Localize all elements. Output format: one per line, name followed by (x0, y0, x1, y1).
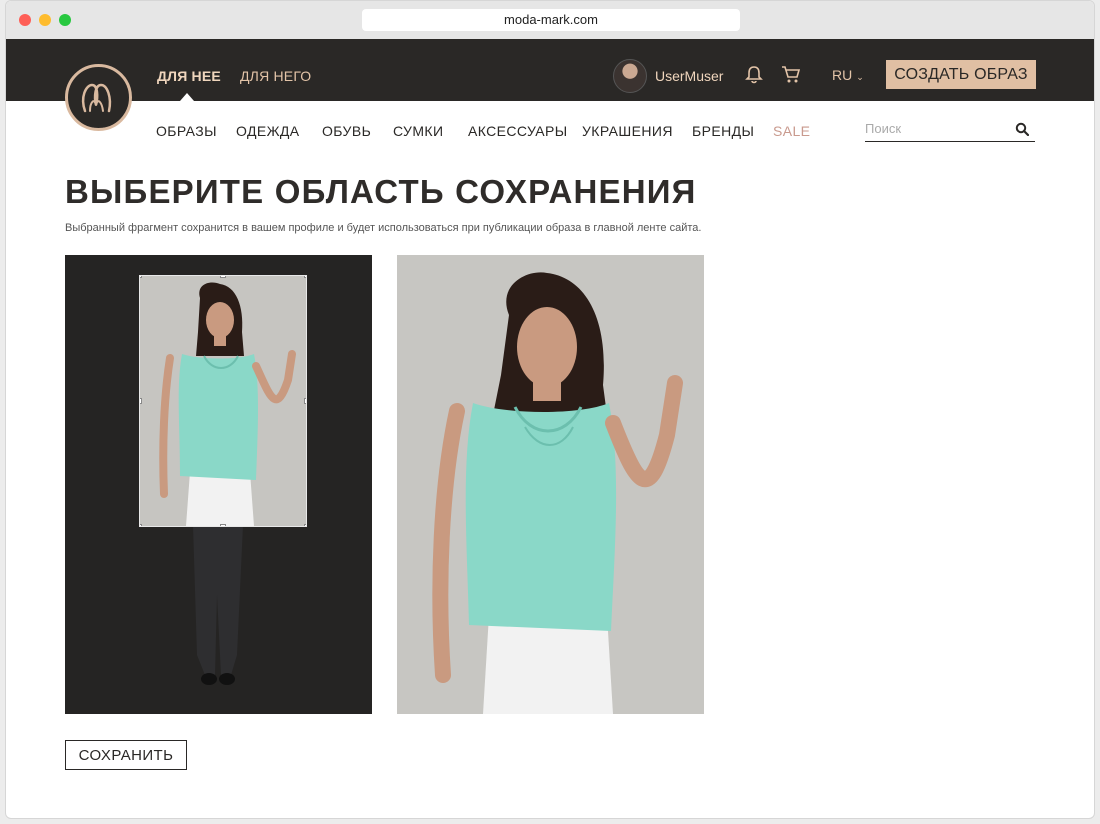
nav-item-brands[interactable]: БРЕНДЫ (692, 123, 754, 139)
close-window-button[interactable] (19, 14, 31, 26)
crop-handle-top-left[interactable] (140, 276, 142, 278)
nav-item-sale[interactable]: SALE (773, 123, 810, 139)
language-label: RU (832, 67, 853, 83)
page-subtitle: Выбранный фрагмент сохранится в вашем пр… (65, 222, 702, 234)
crop-selection[interactable] (139, 275, 307, 527)
username[interactable]: UserMuser (655, 68, 723, 84)
active-tab-indicator (180, 93, 194, 101)
crop-preview-image (397, 255, 704, 714)
crop-handle-bottom[interactable] (220, 524, 226, 526)
site-logo[interactable] (65, 64, 132, 131)
crop-handle-left[interactable] (140, 398, 142, 404)
nav-item-bags[interactable]: СУМКИ (393, 123, 443, 139)
nav-item-clothing[interactable]: ОДЕЖДА (236, 123, 300, 139)
crop-handle-top-right[interactable] (304, 276, 306, 278)
search-icon[interactable] (1015, 122, 1029, 136)
page-title: ВЫБЕРИТЕ ОБЛАСТЬ СОХРАНЕНИЯ (65, 173, 697, 210)
address-bar[interactable]: moda-mark.com (362, 9, 740, 31)
nav-item-looks[interactable]: ОБРАЗЫ (156, 123, 217, 139)
save-button[interactable]: СОХРАНИТЬ (65, 740, 187, 770)
crop-handle-bottom-right[interactable] (304, 524, 306, 526)
crop-source-image[interactable] (65, 255, 372, 714)
crop-handle-right[interactable] (304, 398, 306, 404)
bell-icon[interactable] (743, 63, 765, 85)
search-input[interactable] (865, 121, 1010, 136)
maximize-window-button[interactable] (59, 14, 71, 26)
nav-item-shoes[interactable]: ОБУВЬ (322, 123, 371, 139)
tab-for-him[interactable]: ДЛЯ НЕГО (240, 68, 311, 84)
create-look-button[interactable]: СОЗДАТЬ ОБРАЗ (886, 60, 1036, 89)
browser-titlebar: moda-mark.com (6, 1, 1094, 39)
model-cropped-figure (432, 272, 683, 714)
crop-handle-bottom-left[interactable] (140, 524, 142, 526)
cropped-preview-figure (159, 282, 296, 526)
crop-handle-top[interactable] (220, 276, 226, 278)
tab-for-her[interactable]: ДЛЯ НЕЕ (157, 68, 221, 84)
minimize-window-button[interactable] (39, 14, 51, 26)
chevron-down-icon: ⌄ (856, 72, 864, 82)
avatar[interactable] (613, 59, 647, 93)
logo-icon (81, 83, 112, 113)
browser-window: moda-mark.com ДЛЯ НЕЕ ДЛЯ НЕГО UserMuser… (5, 0, 1095, 819)
search-box (865, 119, 1035, 142)
nav-item-jewelry[interactable]: УКРАШЕНИЯ (582, 123, 673, 139)
nav-item-accessories[interactable]: АКСЕССУАРЫ (468, 123, 568, 139)
language-selector[interactable]: RU ⌄ (832, 67, 864, 83)
cart-icon[interactable] (780, 63, 802, 85)
